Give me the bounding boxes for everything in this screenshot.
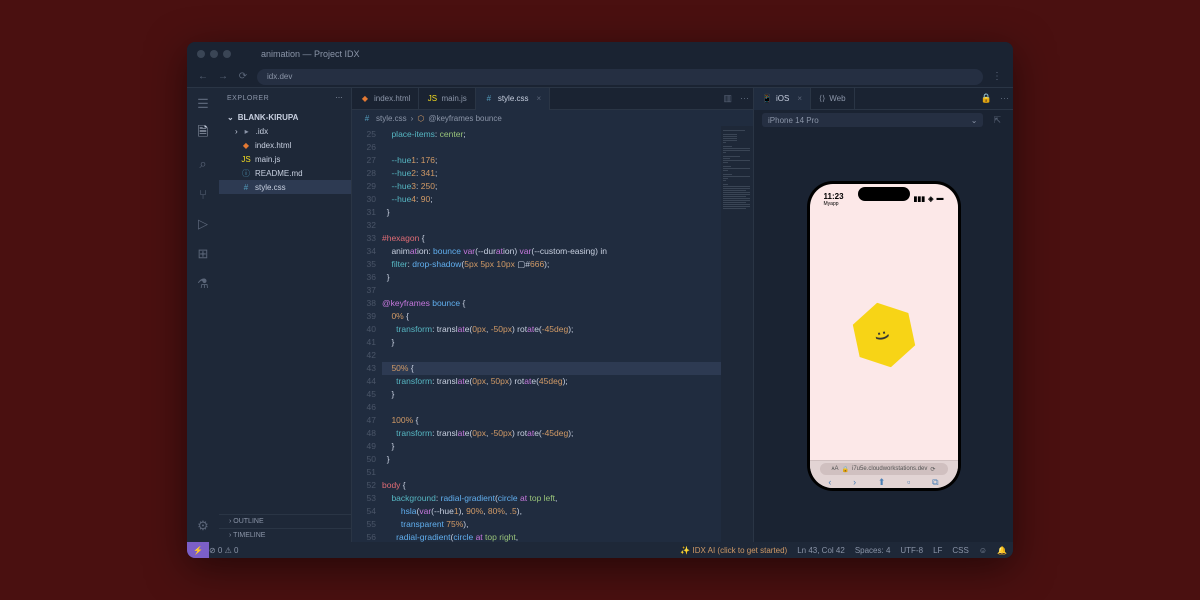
explorer-header: EXPLORER ⋯ [219, 88, 351, 108]
maximize-dot[interactable] [223, 50, 231, 58]
editor-group: ◆index.html JSmain.js #style.css× ▥ ⋯ #s… [352, 88, 753, 542]
battery-icon: ▬ [937, 195, 944, 203]
cursor-position[interactable]: Ln 43, Col 42 [797, 546, 845, 555]
line-gutter: 2526272829303132333435363738394041424344… [352, 126, 382, 542]
file-style-css[interactable]: #style.css [219, 180, 351, 194]
close-tab-icon[interactable]: × [536, 94, 541, 103]
browser-window: animation — Project IDX ← → ⟳ idx.dev ⋮ … [187, 42, 1013, 558]
debug-icon[interactable]: ▷ [193, 214, 213, 234]
source-control-icon[interactable]: ⑂ [193, 184, 213, 204]
code-editor[interactable]: 2526272829303132333435363738394041424344… [352, 126, 753, 542]
signal-icon: ▮▮▮ [914, 195, 926, 203]
menu-icon[interactable]: ☰ [193, 94, 213, 114]
url-text: idx.dev [267, 72, 292, 81]
safari-toolbar: ᴀA🔒i7u5e.cloudworkstations.dev⟳ ‹ › ⬆ ▫ ⧉ [810, 460, 958, 488]
popout-icon[interactable]: ⇱ [989, 115, 1005, 126]
explorer-sidebar: EXPLORER ⋯ ⌄BLANK-KIRUPA ›▸.idx ◆index.h… [219, 88, 352, 542]
back-icon[interactable]: ‹ [828, 477, 831, 488]
app-content: :) [810, 210, 958, 460]
close-dot[interactable] [197, 50, 205, 58]
file-main-js[interactable]: JSmain.js [219, 152, 351, 166]
eol[interactable]: LF [933, 546, 942, 555]
preview-panel: 📱iOS× ⟨⟩Web 🔒 ⋯ iPhone 14 Pro⌄ ⇱ 11:23My… [753, 88, 1013, 542]
file-readme[interactable]: ⓘREADME.md [219, 166, 351, 180]
forward-icon[interactable]: › [853, 477, 856, 488]
explorer-more-icon[interactable]: ⋯ [336, 94, 344, 102]
more-icon[interactable]: ⋮ [991, 71, 1003, 83]
titlebar: animation — Project IDX [187, 42, 1013, 66]
explorer-title: EXPLORER [227, 95, 269, 102]
safari-controls: ‹ › ⬆ ▫ ⧉ [810, 477, 958, 488]
close-icon[interactable]: × [797, 94, 802, 103]
reload-icon[interactable]: ⟳ [930, 466, 935, 473]
dynamic-island [858, 187, 910, 201]
lock-icon: 🔒 [842, 466, 849, 473]
device-selector-bar: iPhone 14 Pro⌄ ⇱ [754, 110, 1013, 130]
back-icon[interactable]: ← [197, 71, 209, 83]
search-icon[interactable]: ⌕ [193, 154, 213, 174]
device-selector[interactable]: iPhone 14 Pro⌄ [762, 113, 983, 127]
wifi-icon: ◈ [928, 195, 933, 203]
problems-indicator[interactable]: ⊘ 0 ⚠ 0 [209, 546, 238, 555]
remote-indicator[interactable]: ⚡ [187, 542, 209, 558]
window-title: animation — Project IDX [261, 49, 360, 59]
status-bar: ⚡ ⊘ 0 ⚠ 0 ✨ IDX AI (click to get started… [187, 542, 1013, 558]
device-preview: 11:23Myapp ▮▮▮◈ ▬ :) ᴀA🔒i7u5e.cloudworkst… [754, 130, 1013, 542]
lock-icon[interactable]: 🔒 [977, 93, 996, 104]
bookmarks-icon[interactable]: ▫ [907, 477, 910, 488]
tab-index-html[interactable]: ◆index.html [352, 88, 419, 110]
project-root[interactable]: ⌄BLANK-KIRUPA [219, 110, 351, 124]
ide-body: ☰ 🗎 ⌕ ⑂ ▷ ⊞ ⚗ ⚙ EXPLORER ⋯ ⌄BLANK-KIRUPA… [187, 88, 1013, 542]
encoding[interactable]: UTF-8 [900, 546, 923, 555]
tabs-icon[interactable]: ⧉ [932, 477, 938, 488]
phone-screen: 11:23Myapp ▮▮▮◈ ▬ :) ᴀA🔒i7u5e.cloudworkst… [810, 184, 958, 488]
split-editor-icon[interactable]: ▥ [719, 93, 736, 104]
tab-main-js[interactable]: JSmain.js [419, 88, 475, 110]
preview-more-icon[interactable]: ⋯ [996, 93, 1013, 104]
code-icon: ⟨⟩ [819, 94, 825, 103]
bell-icon[interactable]: 🔔 [997, 546, 1007, 555]
tab-style-css[interactable]: #style.css× [476, 88, 550, 110]
settings-icon[interactable]: ⚙ [193, 516, 213, 536]
reload-icon[interactable]: ⟳ [237, 71, 249, 83]
minimap[interactable] [721, 126, 753, 542]
forward-icon[interactable]: → [217, 71, 229, 83]
hexagon-shape: :) [844, 296, 922, 374]
editor-tabs: ◆index.html JSmain.js #style.css× ▥ ⋯ [352, 88, 753, 110]
activity-bar: ☰ 🗎 ⌕ ⑂ ▷ ⊞ ⚗ ⚙ [187, 88, 219, 542]
breadcrumb[interactable]: #style.css › ⬡ @keyframes bounce [352, 110, 753, 126]
browser-toolbar: ← → ⟳ idx.dev ⋮ [187, 66, 1013, 88]
tab-more-icon[interactable]: ⋯ [736, 93, 753, 104]
status-app: Myapp [824, 201, 844, 207]
preview-tabs: 📱iOS× ⟨⟩Web 🔒 ⋯ [754, 88, 1013, 110]
minimize-dot[interactable] [210, 50, 218, 58]
file-tree: ⌄BLANK-KIRUPA ›▸.idx ◆index.html JSmain.… [219, 108, 351, 514]
indentation[interactable]: Spaces: 4 [855, 546, 891, 555]
language-mode[interactable]: CSS [952, 546, 968, 555]
timeline-section[interactable]: › TIMELINE [219, 528, 351, 542]
idx-ai-button[interactable]: ✨ IDX AI (click to get started) [680, 546, 787, 555]
folder-idx[interactable]: ›▸.idx [219, 124, 351, 138]
code-area[interactable]: place-items: center; --hue1: 176; --hue2… [382, 126, 721, 542]
extensions-icon[interactable]: ⊞ [193, 244, 213, 264]
status-right: ▮▮▮◈ ▬ [914, 195, 944, 203]
phone-icon: 📱 [762, 94, 772, 103]
file-index-html[interactable]: ◆index.html [219, 138, 351, 152]
traffic-lights[interactable] [197, 50, 231, 58]
outline-section[interactable]: › OUTLINE [219, 514, 351, 528]
tab-ios[interactable]: 📱iOS× [754, 88, 811, 110]
tab-web[interactable]: ⟨⟩Web [811, 88, 855, 110]
safari-address-bar[interactable]: ᴀA🔒i7u5e.cloudworkstations.dev⟳ [820, 463, 948, 475]
chevron-down-icon: ⌄ [971, 116, 978, 125]
beaker-icon[interactable]: ⚗ [193, 274, 213, 294]
share-icon[interactable]: ⬆ [878, 477, 886, 488]
url-bar[interactable]: idx.dev [257, 69, 983, 85]
explorer-icon[interactable]: 🗎 [193, 124, 213, 144]
status-time: 11:23 [824, 192, 844, 201]
iphone-frame: 11:23Myapp ▮▮▮◈ ▬ :) ᴀA🔒i7u5e.cloudworkst… [807, 181, 961, 491]
feedback-icon[interactable]: ☺ [979, 546, 987, 555]
